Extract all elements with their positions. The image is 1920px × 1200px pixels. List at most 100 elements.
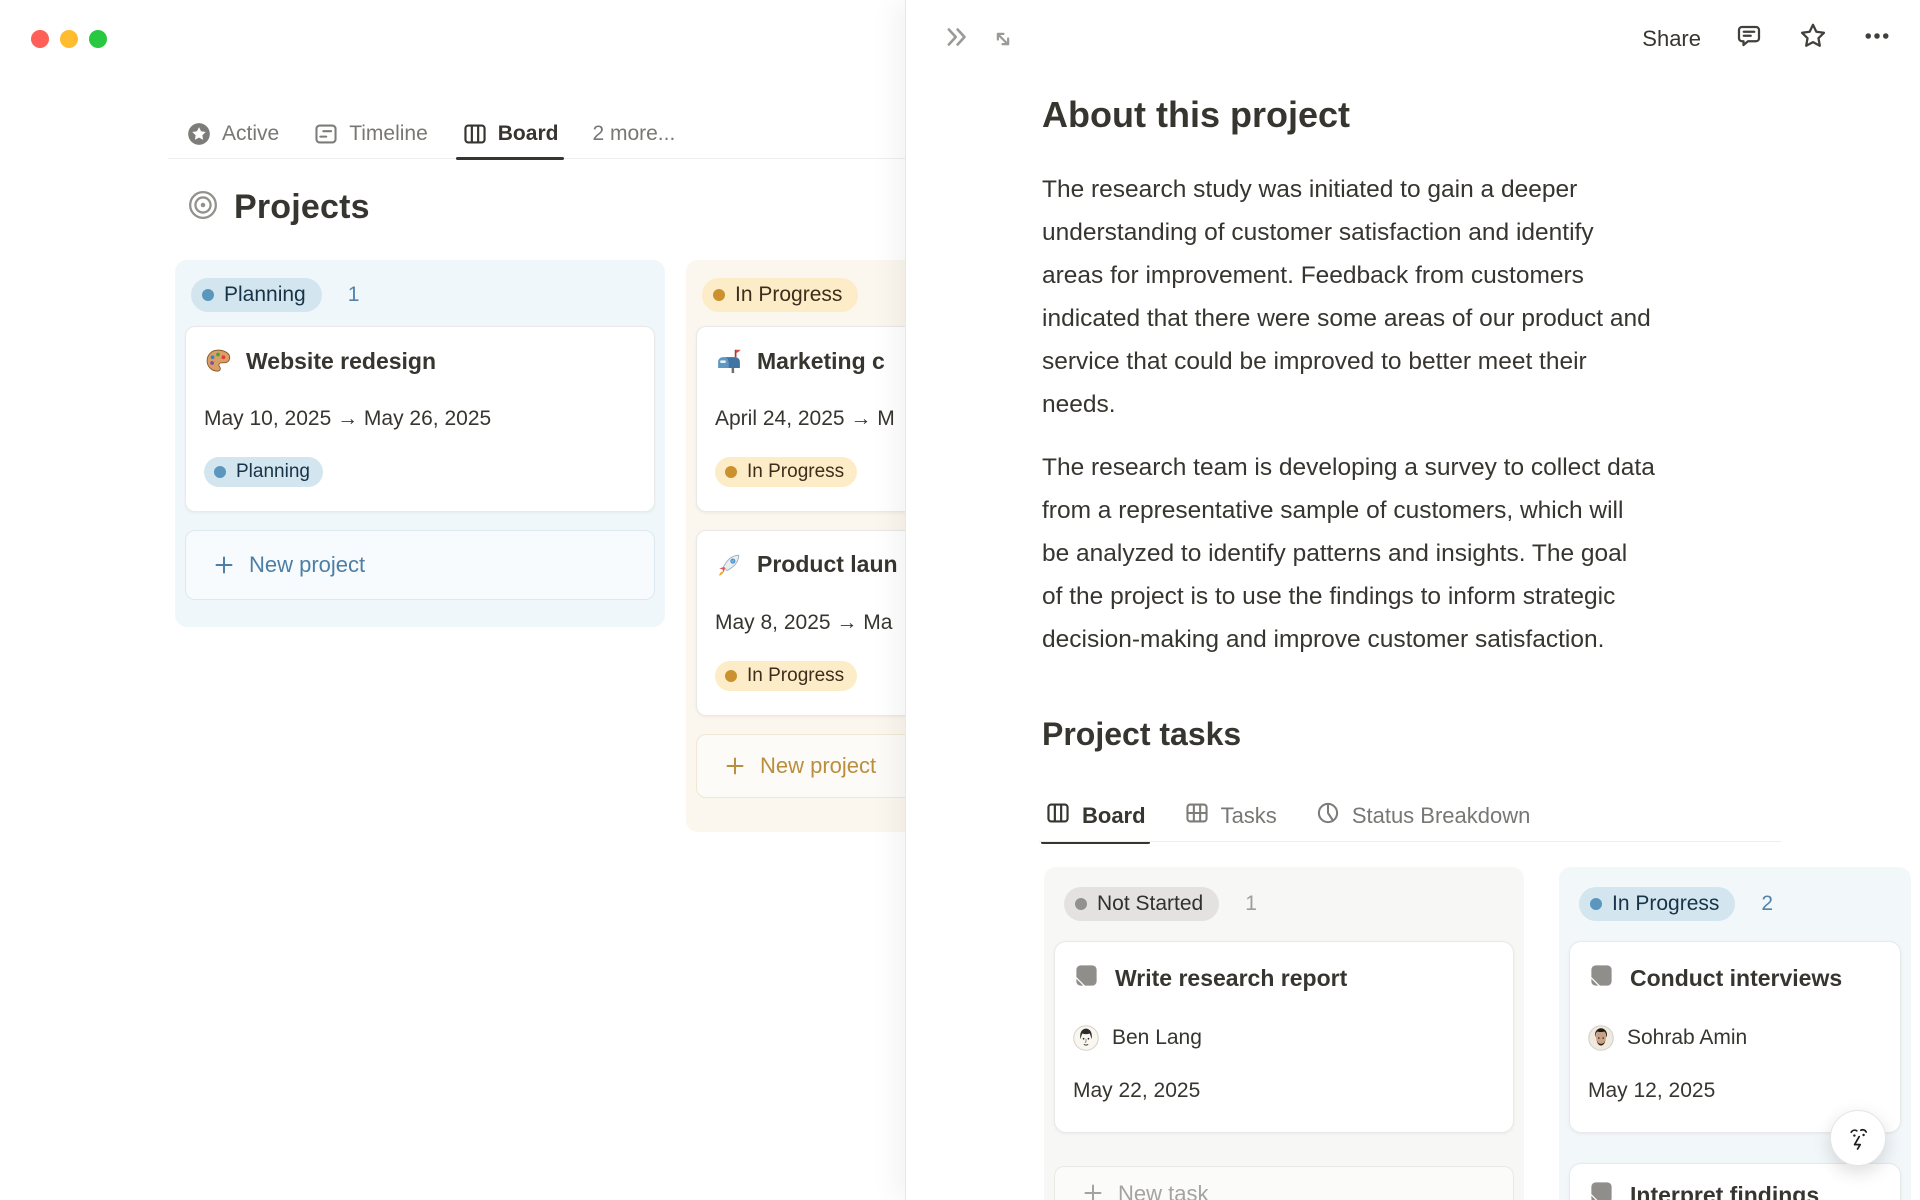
task-title: Interpret findings [1630,1182,1820,1200]
column-header: Planning 1 [185,270,655,326]
card-date-range: May 10, 2025 → May 26, 2025 [204,407,492,431]
rocket-emoji [715,551,743,579]
task-title: Write research report [1115,965,1348,992]
tabs-divider [1039,841,1781,842]
card-status-tag: In Progress [715,457,858,487]
peek-toolbar: Share [1642,20,1892,57]
peek-page-title: About this project [1042,94,1350,135]
tab-board[interactable]: Board [455,121,565,160]
about-paragraph-2: The research team is developing a survey… [1042,454,1655,653]
column-count: 2 [1761,892,1774,916]
board-icon [1045,800,1071,832]
column-header: In Progress 2 [1569,877,1901,941]
column-count: 1 [1245,892,1257,916]
ellipsis-icon [1865,33,1889,39]
close-side-peek-button[interactable] [940,20,974,54]
window-controls [31,30,107,48]
tab-label: Board [1082,803,1146,828]
status-pill-in-progress: In Progress [1579,887,1736,922]
comments-button[interactable] [1734,21,1764,56]
new-task-button[interactable]: New task [1054,1166,1514,1200]
tab-timeline[interactable]: Timeline [313,121,428,147]
assignee-name: Ben Lang [1112,1026,1202,1050]
column-count: 1 [347,283,360,307]
task-card-conduct-interviews[interactable]: Conduct interviews Sohrab Amin May 12, 2… [1569,941,1901,1134]
minimize-window-button[interactable] [60,30,78,48]
board-column-planning: Planning 1 Website redesign May 10, 2025… [175,260,665,627]
star-icon [1800,23,1826,47]
page-icon [1073,962,1100,995]
close-window-button[interactable] [31,30,49,48]
tab-board[interactable]: Board [1041,800,1150,844]
page-icon [1588,962,1615,995]
more-options-button[interactable] [1862,21,1892,56]
pie-chart-icon [1315,800,1341,832]
star-circle-icon [186,121,212,147]
card-title: Product laun [757,551,898,578]
mailbox-emoji [715,347,743,375]
task-column-not-started: Not Started 1 Write research report Ben … [1044,867,1524,1200]
share-button[interactable]: Share [1642,26,1701,52]
table-icon [1184,800,1210,832]
zoom-window-button[interactable] [89,30,107,48]
task-title: Conduct interviews [1630,965,1843,992]
page-icon [1588,1179,1615,1200]
notion-window: Active Timeline Board 2 more... Projects… [0,0,1920,1200]
card-title: Website redesign [246,347,437,374]
status-dot [1590,898,1602,911]
avatar-ben-lang [1073,1025,1099,1051]
project-card-website-redesign[interactable]: Website redesign May 10, 2025 → May 26, … [185,326,655,512]
about-paragraph-1: The research study was initiated to gain… [1042,176,1651,418]
expand-diagonal-icon [996,32,1010,46]
status-dot [1075,898,1087,911]
page-title: Projects [234,188,370,226]
status-dot [725,669,737,682]
palette-emoji [204,347,232,375]
double-chevron-right-icon [947,28,966,46]
avatar-sohrab-amin [1588,1025,1614,1051]
tab-status-breakdown[interactable]: Status Breakdown [1315,800,1531,832]
task-card-interpret-findings[interactable]: Interpret findings [1569,1163,1901,1200]
card-status-tag: Planning [204,457,323,487]
column-header: Not Started 1 [1054,877,1514,941]
ai-face-icon [1850,1128,1868,1150]
expand-page-button[interactable] [986,22,1020,56]
favorite-button[interactable] [1797,20,1829,57]
tab-label: Status Breakdown [1351,803,1531,828]
status-dot [713,289,725,302]
tab-label: Active [222,122,280,145]
plus-icon [726,757,744,775]
target-icon [186,188,220,227]
side-peek-panel: Share About this project The research st… [905,0,1920,1200]
notion-ai-button[interactable] [1830,1110,1886,1166]
tab-label: Tasks [1220,803,1277,828]
tab-label: Board [497,122,559,145]
status-pill-not-started: Not Started [1064,887,1220,922]
task-card-write-research-report[interactable]: Write research report Ben Lang May 22, 2… [1054,941,1514,1134]
projects-view-tabs: Active Timeline Board 2 more... [186,112,675,160]
tasks-section-title: Project tasks [1042,716,1242,752]
status-dot [202,289,214,302]
tab-active[interactable]: Active [186,121,279,147]
timeline-icon [313,121,339,147]
status-pill-planning: Planning [191,278,322,313]
projects-title-row: Projects [186,188,370,227]
tab-label: 2 more... [592,122,676,145]
card-title: Marketing c [757,347,885,374]
tab-label: Timeline [349,122,428,145]
plus-icon [1084,1184,1102,1200]
comment-icon [1737,25,1761,47]
tab-more-views[interactable]: 2 more... [592,122,675,146]
tasks-view-tabs: Board Tasks Status Breakdown [1041,794,1531,844]
plus-icon [215,556,233,574]
task-due-date: May 22, 2025 [1073,1079,1201,1103]
board-icon [462,121,488,147]
card-status-tag: In Progress [715,660,858,691]
new-project-button[interactable]: New project [185,529,655,600]
task-due-date: May 12, 2025 [1588,1079,1716,1103]
status-pill-in-progress: In Progress [702,278,859,313]
assignee-name: Sohrab Amin [1627,1026,1748,1050]
status-dot [214,466,226,479]
status-dot [725,466,737,479]
tab-tasks[interactable]: Tasks [1184,800,1277,832]
